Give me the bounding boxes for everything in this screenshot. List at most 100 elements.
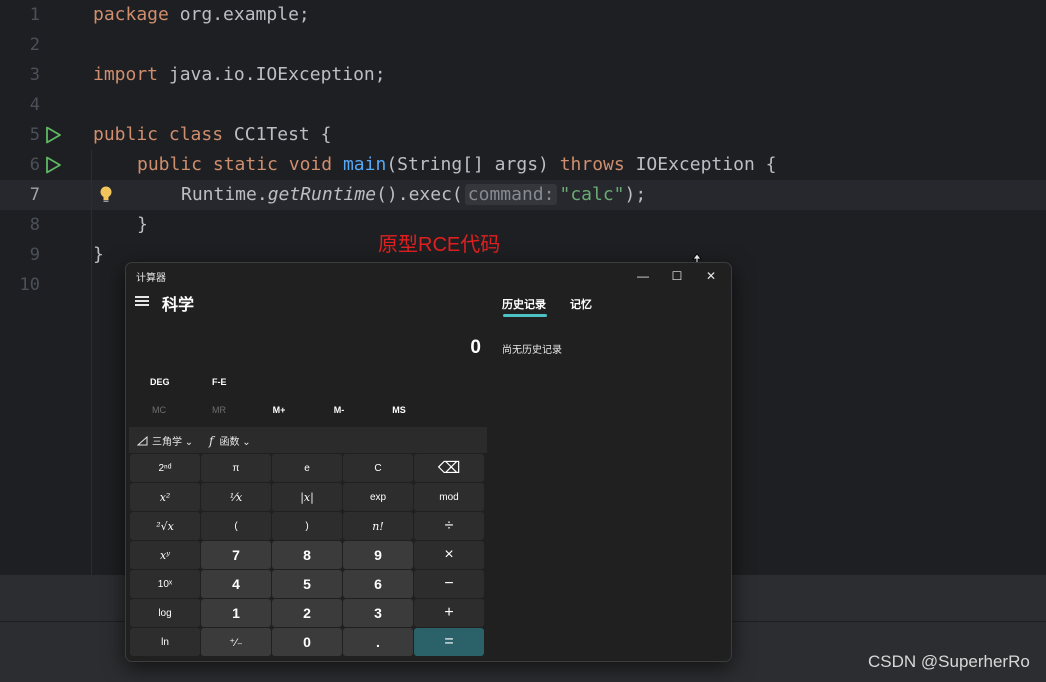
chevron-down-icon: ⌄ [242, 437, 251, 448]
maximize-button[interactable]: ☐ [660, 265, 694, 287]
trigonometry-dropdown[interactable]: 三角学 ⌄ [136, 433, 194, 448]
equals-button[interactable]: = [414, 628, 484, 656]
code-text: CC1Test { [223, 124, 332, 145]
absolute-button[interactable]: |x| [272, 483, 342, 511]
keyword: throws [559, 154, 625, 175]
parameter-hint: command: [464, 184, 558, 205]
tab-history[interactable]: 历史记录 [502, 296, 546, 312]
function-bar: 三角学 ⌄ f 函数 ⌄ [129, 427, 487, 453]
function-icon: f [209, 434, 214, 448]
line-number: 2 [29, 35, 40, 55]
lightbulb-icon[interactable] [99, 185, 113, 205]
close-button[interactable]: ✕ [694, 265, 728, 287]
code-text: org.example; [168, 4, 310, 25]
code-line-7: Runtime.getRuntime().exec(command: "calc"… [181, 180, 646, 210]
memory-add-button[interactable]: M+ [259, 405, 299, 415]
keyword: import [93, 64, 159, 85]
square-button[interactable]: x² [130, 483, 200, 511]
keyword: public [93, 124, 159, 145]
line-number: 6 [29, 155, 40, 175]
tab-memory[interactable]: 记忆 [570, 296, 592, 312]
line-number: 4 [29, 95, 40, 115]
subtract-button[interactable]: − [414, 570, 484, 598]
digit-6-button[interactable]: 6 [343, 570, 413, 598]
add-button[interactable]: + [414, 599, 484, 627]
indent-guide [91, 150, 92, 575]
digit-1-button[interactable]: 1 [201, 599, 271, 627]
digit-7-button[interactable]: 7 [201, 541, 271, 569]
digit-5-button[interactable]: 5 [272, 570, 342, 598]
memory-subtract-button[interactable]: M- [319, 405, 359, 415]
function-label: 函数 [219, 437, 240, 448]
line-number: 5 [29, 125, 40, 145]
digit-0-button[interactable]: 0 [272, 628, 342, 656]
memory-clear-button[interactable]: MC [139, 405, 179, 415]
code-text: java.io.IOException; [158, 64, 386, 85]
chevron-down-icon: ⌄ [184, 437, 194, 448]
history-empty-text: 尚无历史记录 [502, 345, 562, 356]
active-tab-indicator [503, 314, 547, 317]
code-line-8: } [137, 214, 148, 235]
backspace-button[interactable]: ⌫ [414, 454, 484, 482]
code-line-3: import java.io.IOException; [93, 60, 386, 90]
decimal-button[interactable]: . [343, 628, 413, 656]
minimize-button[interactable]: — [626, 265, 660, 287]
code-text: (String[] args) [386, 154, 560, 175]
keyword: public [137, 154, 203, 175]
triangle-icon [136, 435, 148, 446]
keyword: void [288, 154, 333, 175]
calculator-display: 0 [470, 337, 481, 358]
divide-button[interactable]: ÷ [414, 512, 484, 540]
method-name: getRuntime [267, 184, 377, 205]
keyword: package [93, 4, 169, 25]
exp-button[interactable]: exp [343, 483, 413, 511]
trigonometry-label: 三角学 [152, 437, 182, 448]
memory-recall-button[interactable]: MR [199, 405, 239, 415]
menu-icon[interactable] [135, 296, 149, 306]
clear-button[interactable]: C [343, 454, 413, 482]
digit-8-button[interactable]: 8 [272, 541, 342, 569]
square-root-button[interactable]: ²√x [130, 512, 200, 540]
keypad: 2ⁿᵈ π e C ⌫ x² ¹⁄x |x| exp mod ²√x ( ) n… [129, 453, 487, 660]
method-name: main [342, 154, 387, 175]
memory-store-button[interactable]: MS [379, 405, 419, 415]
run-main-icon[interactable] [44, 156, 62, 174]
open-paren-button[interactable]: ( [201, 512, 271, 540]
digit-2-button[interactable]: 2 [272, 599, 342, 627]
code-text: ().exec( [376, 184, 463, 205]
code-line-1: package org.example; [93, 0, 310, 30]
digit-9-button[interactable]: 9 [343, 541, 413, 569]
keyword: class [168, 124, 224, 145]
code-text: IOException { [624, 154, 777, 175]
ten-power-button[interactable]: 10ˣ [130, 570, 200, 598]
code-text: ); [624, 184, 647, 205]
digit-4-button[interactable]: 4 [201, 570, 271, 598]
euler-button[interactable]: e [272, 454, 342, 482]
angle-unit-button[interactable]: DEG [150, 377, 170, 387]
reciprocal-button[interactable]: ¹⁄x [201, 483, 271, 511]
pi-button[interactable]: π [201, 454, 271, 482]
code-text: Runtime. [181, 184, 268, 205]
calculator-mode-title: 科学 [162, 297, 195, 314]
line-number: 1 [29, 5, 40, 25]
second-function-button[interactable]: 2ⁿᵈ [130, 454, 200, 482]
power-button[interactable]: xʸ [130, 541, 200, 569]
run-class-icon[interactable] [44, 126, 62, 144]
multiply-button[interactable]: × [414, 541, 484, 569]
log-button[interactable]: log [130, 599, 200, 627]
function-dropdown[interactable]: f 函数 ⌄ [209, 433, 251, 448]
annotation-label: 原型RCE代码 [378, 234, 501, 256]
ln-button[interactable]: ln [130, 628, 200, 656]
negate-button[interactable]: ⁺⁄₋ [201, 628, 271, 656]
calculator-window[interactable]: 计算器 — ☐ ✕ 科学 0 历史记录 记忆 尚无历史记录 DEG F-E MC… [125, 262, 732, 662]
code-line-6: public static void main(String[] args) t… [137, 150, 776, 180]
mod-button[interactable]: mod [414, 483, 484, 511]
code-line-9: } [93, 244, 104, 265]
line-number: 3 [29, 65, 40, 85]
close-paren-button[interactable]: ) [272, 512, 342, 540]
keyword: static [212, 154, 278, 175]
fe-button[interactable]: F-E [212, 377, 227, 387]
line-number: 7 [29, 185, 40, 205]
factorial-button[interactable]: n! [343, 512, 413, 540]
digit-3-button[interactable]: 3 [343, 599, 413, 627]
